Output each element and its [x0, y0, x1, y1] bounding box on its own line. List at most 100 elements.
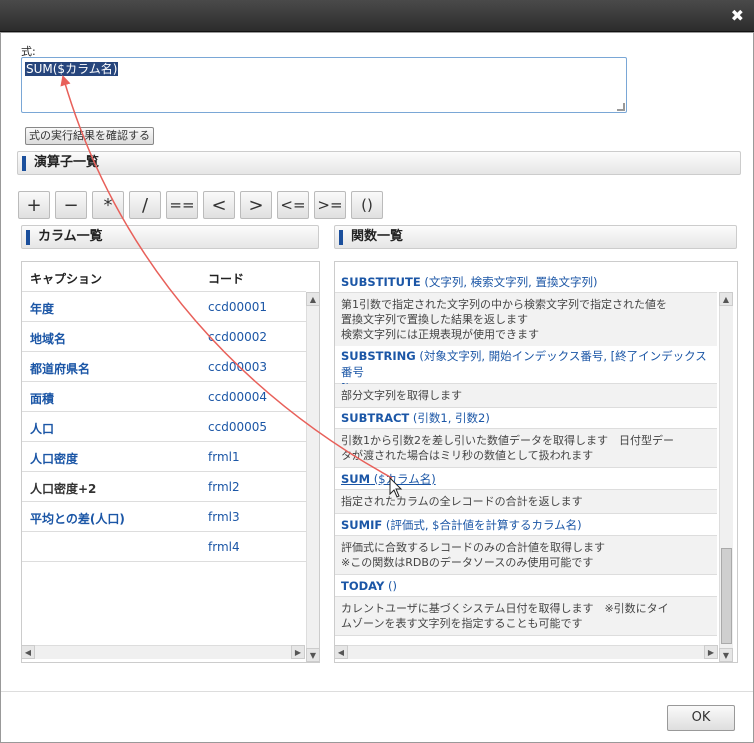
formula-dialog: 式: SUM($カラム名) 式の実行結果を確認する 演算子一覧 + − * / … [0, 32, 754, 743]
scroll-up-icon[interactable]: ▲ [306, 292, 319, 306]
row-code: ccd00001 [208, 300, 267, 314]
desc-line: 部分文字列を取得します [341, 389, 462, 402]
scroll-down-icon[interactable]: ▼ [719, 648, 733, 662]
row-caption: 年度 [30, 302, 55, 316]
column-list-panel: キャプション コード 年度 ccd00001 地域名 ccd00002 都道府県… [21, 261, 320, 663]
scroll-right-icon[interactable]: ▶ [704, 645, 718, 659]
function-name: SUBSTITUTE [341, 275, 421, 289]
column-list-hscroll[interactable]: ◀ ▶ [21, 645, 305, 659]
op-minus-button[interactable]: − [55, 191, 87, 219]
row-caption: 地域名 [30, 332, 67, 346]
op-parens-button[interactable]: () [351, 191, 383, 219]
function-name: TODAY [341, 579, 385, 593]
function-args: ($カラム名) [370, 472, 436, 486]
function-description: 部分文字列を取得します [335, 384, 717, 408]
desc-line: 引数1から引数2を差し引いた数値データを取得します 日付型デー [341, 434, 674, 447]
row-code: ccd00002 [208, 330, 267, 344]
function-name: SUM [341, 472, 371, 486]
row-caption: 都道府県名 [30, 362, 91, 376]
op-multiply-button[interactable]: * [92, 191, 124, 219]
table-row[interactable]: 都道府県名 ccd00003 [22, 352, 306, 382]
op-greater-button[interactable]: > [240, 191, 272, 219]
footer-divider [1, 691, 753, 692]
op-plus-button[interactable]: + [18, 191, 50, 219]
op-divide-button[interactable]: / [129, 191, 161, 219]
row-caption: 人口密度 [30, 452, 79, 466]
function-args: () [384, 579, 397, 593]
column-table-header: キャプション コード [22, 262, 306, 292]
function-list-vscroll[interactable]: ▲ ▼ [719, 292, 733, 662]
function-name-today[interactable]: TODAY () [335, 576, 717, 597]
function-description: 引数1から引数2を差し引いた数値データを取得します 日付型デー タが渡された場合… [335, 429, 717, 468]
desc-line: 指定されたカラムの全レコードの合計を返します [341, 495, 583, 508]
check-result-button[interactable]: 式の実行結果を確認する [25, 127, 154, 145]
scroll-up-icon[interactable]: ▲ [719, 292, 733, 306]
row-code: ccd00005 [208, 420, 267, 434]
row-code: frml1 [208, 450, 240, 464]
op-equals-button[interactable]: == [166, 191, 198, 219]
function-name: SUBSTRING [341, 349, 416, 363]
op-less-equal-button[interactable]: <= [277, 191, 309, 219]
table-row[interactable]: 地域名 ccd00002 [22, 322, 306, 352]
table-row[interactable]: 平均との差(人口) frml3 [22, 502, 306, 532]
desc-line: タが渡された場合はミリ秒の数値として扱われます [341, 449, 594, 462]
function-description: 評価式に合致するレコードのみの合計値を取得します ※この関数はRDBのデータソー… [335, 536, 717, 575]
row-code: ccd00003 [208, 360, 267, 374]
row-code: frml2 [208, 480, 240, 494]
caption-header: キャプション [30, 272, 103, 286]
row-code: ccd00004 [208, 390, 267, 404]
operators-title: 演算子一覧 [34, 155, 100, 170]
function-description: 指定されたカラムの全レコードの合計を返します [335, 490, 717, 514]
function-name-substring[interactable]: SUBSTRING (対象文字列, 開始インデックス番号, [終了インデックス番… [335, 346, 717, 395]
scroll-down-icon[interactable]: ▼ [306, 648, 319, 662]
desc-line: ※この関数はRDBのデータソースのみ使用可能です [341, 556, 594, 569]
resize-grip-icon[interactable] [617, 103, 625, 111]
function-name-sum[interactable]: SUM ($カラム名) [335, 469, 717, 490]
expression-input[interactable]: SUM($カラム名) [21, 57, 627, 113]
scroll-thumb[interactable] [721, 548, 732, 644]
functions-header: 関数一覧 [334, 225, 737, 249]
table-row[interactable]: 人口密度+2 frml2 [22, 472, 306, 502]
function-name-substitute[interactable]: SUBSTITUTE (文字列, 検索文字列, 置換文字列) [335, 272, 717, 293]
code-header: コード [208, 272, 245, 286]
row-code: frml4 [208, 540, 240, 554]
desc-line: 評価式に合致するレコードのみの合計値を取得します [341, 541, 605, 554]
op-less-button[interactable]: < [203, 191, 235, 219]
row-caption: 人口 [30, 422, 55, 436]
table-row[interactable]: 年度 ccd00001 [22, 292, 306, 322]
row-caption: 平均との差(人口) [30, 512, 125, 526]
columns-header: カラム一覧 [21, 225, 319, 249]
desc-line: 第1引数で指定された文字列の中から検索文字列で指定された値を [341, 298, 667, 311]
function-list-hscroll[interactable]: ◀ ▶ [334, 645, 718, 659]
scroll-left-icon[interactable]: ◀ [334, 645, 348, 659]
table-row[interactable]: 面積 ccd00004 [22, 382, 306, 412]
functions-title: 関数一覧 [351, 229, 404, 244]
table-row[interactable]: 人口密度 frml1 [22, 442, 306, 472]
table-row[interactable]: frml4 [22, 532, 306, 562]
desc-line: 検索文字列には正規表現が使用できます [341, 328, 539, 341]
function-args: (評価式, $合計値を計算するカラム名) [382, 518, 582, 532]
function-args: (文字列, 検索文字列, 置換文字列) [420, 275, 598, 289]
dialog-titlebar: ✖ [0, 0, 754, 32]
expression-value: SUM($カラム名) [25, 62, 119, 76]
function-description: カレントユーザに基づくシステム日付を取得します ※引数にタイ ムゾーンを表す文字… [335, 597, 717, 636]
function-list-panel: SUBSTITUTE (文字列, 検索文字列, 置換文字列) 第1引数で指定され… [334, 261, 738, 663]
row-code: frml3 [208, 510, 240, 524]
scroll-right-icon[interactable]: ▶ [291, 645, 305, 659]
op-greater-equal-button[interactable]: >= [314, 191, 346, 219]
column-list-vscroll[interactable]: ▲ ▼ [306, 292, 319, 662]
desc-line: ムゾーンを表す文字列を指定することも可能です [341, 617, 583, 630]
ok-button[interactable]: OK [667, 705, 735, 731]
function-name: SUMIF [341, 518, 383, 532]
function-name-subtract[interactable]: SUBTRACT (引数1, 引数2) [335, 408, 717, 429]
desc-line: 置換文字列で置換した結果を返します [341, 313, 528, 326]
columns-title: カラム一覧 [38, 229, 103, 244]
operators-header: 演算子一覧 [17, 151, 741, 175]
function-name-sumif[interactable]: SUMIF (評価式, $合計値を計算するカラム名) [335, 515, 717, 536]
row-caption: 人口密度+2 [30, 482, 97, 496]
row-caption: 面積 [30, 392, 55, 406]
table-row[interactable]: 人口 ccd00005 [22, 412, 306, 442]
close-icon[interactable]: ✖ [731, 6, 744, 25]
scroll-left-icon[interactable]: ◀ [21, 645, 35, 659]
function-args: (引数1, 引数2) [409, 411, 490, 425]
